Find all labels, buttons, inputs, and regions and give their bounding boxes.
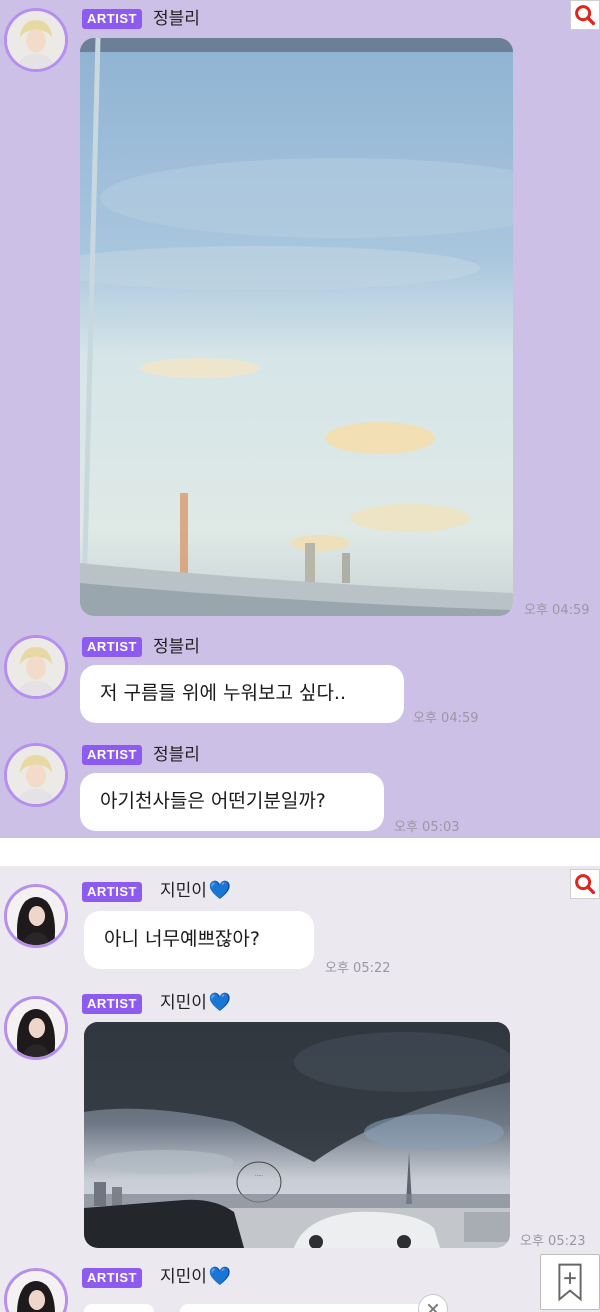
message-time: 오후 05:22: [325, 961, 391, 976]
sender-name: 지민이 💙: [160, 992, 232, 1013]
sender-name: 정블리: [153, 9, 200, 29]
message-time: 오후 05:23: [520, 1234, 586, 1249]
artist-badge: ARTIST: [82, 1268, 142, 1288]
message-time: 오후 04:59: [413, 711, 479, 726]
message-time: 오후 05:03: [394, 820, 460, 835]
sender-name: 지민이 💙: [160, 1266, 232, 1287]
bookmark-add-icon: [558, 1263, 582, 1302]
search-icon: [575, 5, 596, 26]
svg-text:·····: ·····: [255, 1173, 263, 1179]
artist-badge: ARTIST: [82, 745, 142, 765]
avatar[interactable]: [4, 1268, 68, 1312]
artist-badge: ARTIST: [82, 994, 142, 1014]
search-icon: [575, 874, 596, 895]
close-icon: [427, 1303, 439, 1312]
message-time: 오후 04:59: [524, 603, 590, 618]
message-bubble-partial[interactable]: [180, 1304, 440, 1312]
artist-badge: ARTIST: [82, 9, 142, 29]
message-bubble-partial[interactable]: [84, 1304, 154, 1312]
avatar[interactable]: [4, 743, 68, 807]
blue-heart-icon: 💙: [208, 1266, 232, 1287]
chat-panel-1: ARTIST 정블리 오후 04:59 ARTIST 정블리 저 구름들 위에 …: [0, 0, 600, 838]
bookmark-button[interactable]: [540, 1254, 600, 1310]
search-button[interactable]: [570, 869, 600, 899]
sky-photo[interactable]: [80, 38, 513, 616]
sender-name: 정블리: [153, 745, 200, 765]
divider: [0, 838, 600, 866]
artist-badge: ARTIST: [82, 882, 142, 902]
blue-heart-icon: 💙: [208, 992, 232, 1013]
message-bubble[interactable]: 아기천사들은 어떤기분일까?: [80, 773, 384, 831]
sender-name: 지민이 💙: [160, 880, 232, 901]
chat-panel-2: ARTIST 지민이 💙 아니 너무예쁘잖아? 오후 05:22 ARTIST 지…: [0, 866, 600, 1312]
cloud-photo[interactable]: ·····: [84, 1022, 510, 1248]
avatar[interactable]: [4, 996, 68, 1060]
blue-heart-icon: 💙: [208, 880, 232, 901]
sender-name: 정블리: [153, 637, 200, 657]
avatar[interactable]: [4, 8, 68, 72]
avatar[interactable]: [4, 884, 68, 948]
message-bubble[interactable]: 저 구름들 위에 누워보고 싶다..: [80, 665, 404, 723]
avatar[interactable]: [4, 635, 68, 699]
artist-badge: ARTIST: [82, 637, 142, 657]
search-button[interactable]: [570, 0, 600, 30]
message-bubble[interactable]: 아니 너무예쁘잖아?: [84, 911, 314, 969]
close-button[interactable]: [418, 1294, 448, 1312]
